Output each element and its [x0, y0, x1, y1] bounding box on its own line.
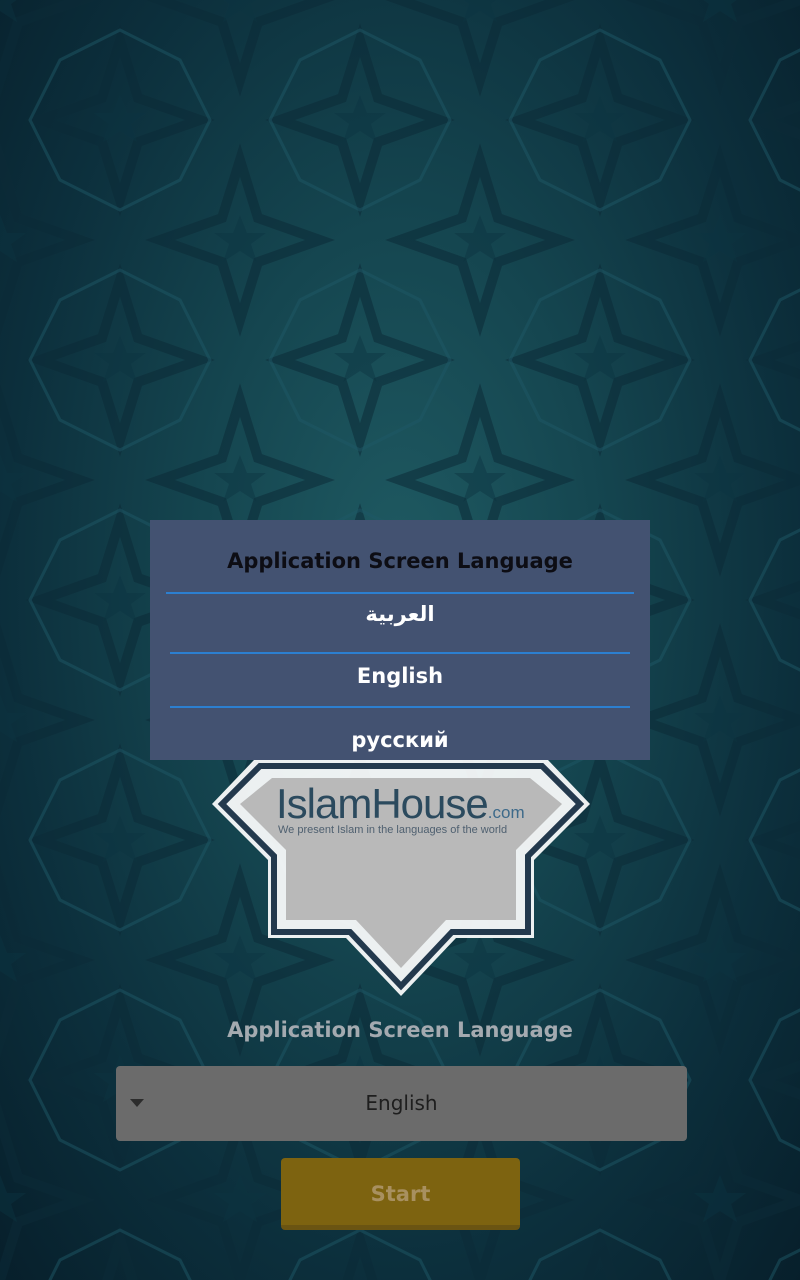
language-option-label: English: [356, 664, 444, 688]
dialog-title: Application Screen Language: [227, 549, 573, 573]
logo-domain-suffix: .com: [487, 803, 525, 822]
language-option-arabic[interactable]: العربية: [150, 594, 650, 654]
islamhouse-logo: [212, 760, 590, 996]
start-button-label: Start: [370, 1182, 431, 1206]
language-option-english[interactable]: English: [150, 648, 650, 708]
language-dropdown-value: English: [365, 1091, 438, 1115]
language-option-label: العربية: [365, 602, 435, 626]
language-picker-dialog: Application Screen Language العربية Engl…: [150, 520, 650, 760]
language-dropdown[interactable]: English: [116, 1066, 687, 1141]
start-button[interactable]: Start: [281, 1158, 520, 1230]
app-screen: IslamHouse.com We present Islam in the l…: [0, 0, 800, 1280]
logo-wordmark: IslamHouse.com: [276, 780, 525, 827]
logo-tagline: We present Islam in the languages of the…: [278, 824, 508, 836]
language-section-heading: Application Screen Language: [227, 1018, 573, 1042]
option-divider: [170, 706, 630, 708]
language-option-russian[interactable]: русский: [150, 710, 650, 760]
language-option-label: русский: [351, 728, 449, 752]
